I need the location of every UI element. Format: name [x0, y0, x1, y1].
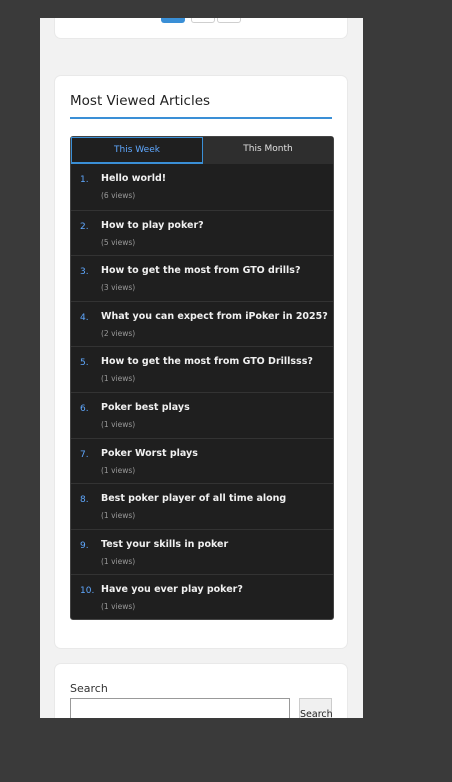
list-item: 3. How to get the most from GTO drills? … — [71, 255, 333, 301]
view-count: (1 views) — [101, 374, 136, 384]
list-item: 1. Hello world! (6 views) — [71, 164, 333, 210]
search-input[interactable] — [70, 698, 290, 718]
article-link[interactable]: Have you ever play poker? — [101, 584, 243, 595]
item-number: 8. — [80, 495, 89, 506]
item-number: 2. — [80, 221, 89, 232]
article-link[interactable]: Poker best plays — [101, 402, 190, 413]
article-link[interactable]: Hello world! — [101, 173, 166, 184]
pagination-card — [55, 18, 347, 38]
view-count: (3 views) — [101, 283, 136, 293]
article-link[interactable]: Poker Worst plays — [101, 448, 198, 459]
item-number: 9. — [80, 540, 89, 551]
most-viewed-tabs: This Week This Month 1. Hello world! (6 … — [70, 136, 334, 620]
article-link[interactable]: What you can expect from iPoker in 2025? — [101, 311, 328, 322]
view-count: (1 views) — [101, 419, 136, 429]
list-item: 9. Test your skills in poker (1 views) — [71, 528, 333, 575]
article-link[interactable]: How to play poker? — [101, 220, 204, 231]
view-count: (2 views) — [101, 328, 136, 338]
view-count: (6 views) — [101, 191, 136, 200]
list-item: 10. Have you ever play poker? (1 views) — [71, 574, 333, 620]
item-number: 5. — [80, 358, 89, 369]
tab-this-week[interactable]: This Week — [71, 137, 203, 164]
item-number: 4. — [80, 312, 89, 323]
pagination-page[interactable] — [217, 18, 241, 23]
search-label: Search — [70, 682, 108, 695]
view-count: (1 views) — [101, 511, 136, 521]
widget-title: Most Viewed Articles — [70, 93, 332, 119]
pagination-page-active[interactable] — [161, 18, 185, 23]
most-viewed-widget: Most Viewed Articles This Week This Mont… — [55, 76, 347, 648]
tab-this-month[interactable]: This Month — [203, 137, 333, 164]
article-link[interactable]: Best poker player of all time along — [101, 493, 286, 504]
article-link[interactable]: Test your skills in poker — [101, 539, 228, 550]
list-item: 4. What you can expect from iPoker in 20… — [71, 300, 333, 347]
article-list: 1. Hello world! (6 views) 2. How to play… — [71, 164, 333, 620]
pagination-page[interactable] — [191, 18, 215, 23]
item-number: 1. — [80, 175, 89, 185]
list-item: 5. How to get the most from GTO Drillsss… — [71, 346, 333, 392]
search-widget: Search Search — [55, 664, 347, 718]
view-count: (5 views) — [101, 237, 136, 247]
view-count: (1 views) — [101, 602, 136, 612]
item-number: 10. — [80, 586, 95, 597]
view-count: (1 views) — [101, 465, 136, 475]
list-item: 6. Poker best plays (1 views) — [71, 391, 333, 438]
item-number: 3. — [80, 267, 89, 278]
item-number: 6. — [80, 403, 89, 414]
item-number: 7. — [80, 449, 89, 460]
list-item: 8. Best poker player of all time along (… — [71, 483, 333, 529]
search-button[interactable]: Search — [299, 698, 333, 718]
article-link[interactable]: How to get the most from GTO Drillsss? — [101, 356, 313, 367]
tab-bar: This Week This Month — [71, 137, 333, 164]
list-item: 2. How to play poker? (5 views) — [71, 209, 333, 256]
page-viewport: Most Viewed Articles This Week This Mont… — [40, 18, 363, 718]
view-count: (1 views) — [101, 556, 136, 566]
list-item: 7. Poker Worst plays (1 views) — [71, 437, 333, 484]
article-link[interactable]: How to get the most from GTO drills? — [101, 265, 300, 276]
